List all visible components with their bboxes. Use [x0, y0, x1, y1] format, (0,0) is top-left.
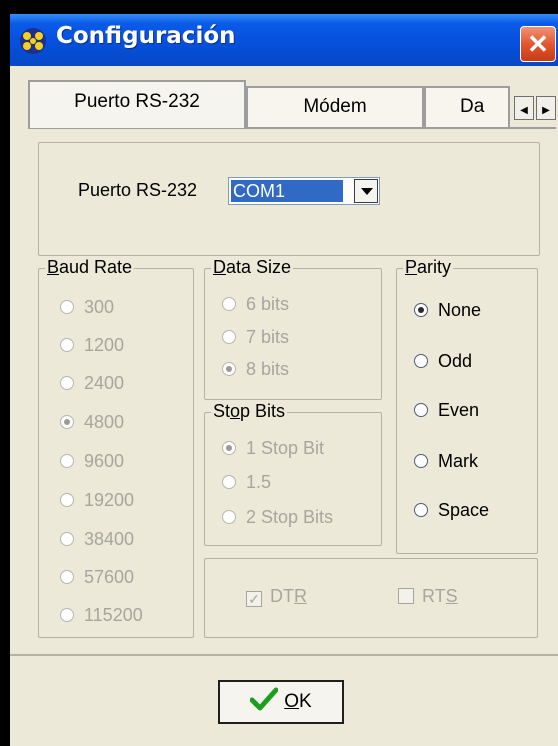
footer-divider: [10, 654, 558, 656]
radio-icon: [222, 510, 236, 524]
config-dialog: Configuración ✕ Puerto RS-232 Módem Da ◀…: [10, 14, 558, 746]
data-size-option-6[interactable]: 6 bits: [222, 294, 289, 315]
parity-label: Space: [438, 500, 490, 520]
tab-scroll-right-button[interactable]: ▶: [536, 96, 556, 120]
parity-option-space[interactable]: Space: [414, 500, 489, 521]
baud-option-label: 38400: [84, 529, 135, 549]
chevron-down-icon[interactable]: [354, 179, 378, 203]
check-icon: [249, 687, 279, 711]
stop-bits-option-2[interactable]: 2 Stop Bits: [222, 507, 333, 528]
stop-bits-label: 1 Stop Bit: [246, 438, 325, 458]
tab-label: Módem: [303, 96, 367, 117]
radio-icon: [414, 503, 428, 517]
baud-option-label: 1200: [84, 335, 125, 355]
baud-option-300[interactable]: 300: [60, 297, 114, 318]
port-select-value: COM1: [231, 180, 343, 202]
tab-datos[interactable]: Da: [424, 86, 510, 128]
window-title: Configuración: [56, 23, 236, 49]
radio-icon: [414, 454, 428, 468]
stop-bits-option-1-5[interactable]: 1.5: [222, 472, 271, 493]
radio-icon: [60, 338, 74, 352]
ok-button[interactable]: OK: [218, 680, 344, 724]
radio-checked-icon: [60, 415, 74, 429]
data-size-option-8[interactable]: 8 bits: [222, 359, 289, 380]
checkbox-empty-icon: [398, 588, 414, 604]
baud-option-38400[interactable]: 38400: [60, 529, 134, 550]
data-size-legend: Data Size: [211, 257, 294, 278]
data-size-option-7[interactable]: 7 bits: [222, 327, 289, 348]
tab-puerto-rs232[interactable]: Puerto RS-232: [28, 80, 246, 128]
port-label: Puerto RS-232: [78, 180, 198, 200]
parity-label: Odd: [438, 351, 473, 371]
dtr-label: DTR: [270, 586, 307, 606]
stop-bits-legend: Stop Bits: [211, 401, 288, 422]
baud-option-label: 2400: [84, 373, 125, 393]
baud-rate-legend: Baud Rate: [45, 257, 135, 278]
radio-icon: [60, 608, 74, 622]
radio-checked-icon: [414, 303, 428, 317]
port-select[interactable]: COM1: [228, 177, 380, 205]
radio-icon: [60, 376, 74, 390]
baud-option-label: 300: [84, 297, 115, 317]
baud-option-19200[interactable]: 19200: [60, 490, 134, 511]
radio-icon: [60, 300, 74, 314]
baud-option-label: 115200: [84, 605, 143, 625]
radio-icon: [414, 354, 428, 368]
radio-checked-icon: [222, 362, 236, 376]
tab-label: Da: [460, 96, 485, 117]
radio-icon: [60, 570, 74, 584]
stop-bits-option-1[interactable]: 1 Stop Bit: [222, 438, 324, 459]
tab-scroll-left-button[interactable]: ◀: [514, 96, 534, 120]
parity-option-even[interactable]: Even: [414, 400, 479, 421]
dtr-checkbox[interactable]: ✓ DTR: [246, 586, 307, 607]
parity-option-mark[interactable]: Mark: [414, 451, 478, 472]
ok-label: OK: [284, 691, 312, 712]
radio-icon: [414, 403, 428, 417]
baud-option-label: 9600: [84, 451, 125, 471]
parity-option-none[interactable]: None: [414, 300, 481, 321]
check-icon: ✓: [246, 591, 262, 607]
baud-option-label: 19200: [84, 490, 135, 510]
data-size-label: 6 bits: [246, 294, 290, 314]
baud-option-115200[interactable]: 115200: [60, 605, 143, 626]
radio-icon: [222, 475, 236, 489]
close-button[interactable]: ✕: [520, 26, 556, 62]
parity-label: None: [438, 300, 482, 320]
app-dots-icon: [20, 28, 46, 54]
baud-option-9600[interactable]: 9600: [60, 451, 124, 472]
parity-legend: Parity: [403, 257, 454, 278]
parity-label: Even: [438, 400, 480, 420]
radio-icon: [60, 493, 74, 507]
data-size-label: 7 bits: [246, 327, 290, 347]
radio-icon: [60, 532, 74, 546]
baud-option-1200[interactable]: 1200: [60, 335, 124, 356]
tab-modem[interactable]: Módem: [246, 86, 424, 128]
data-size-label: 8 bits: [246, 359, 290, 379]
stop-bits-label: 2 Stop Bits: [246, 507, 334, 527]
baud-option-4800[interactable]: 4800: [60, 412, 124, 433]
parity-label: Mark: [438, 451, 478, 471]
parity-option-odd[interactable]: Odd: [414, 351, 472, 372]
arrow-right-icon: ▶: [542, 105, 550, 116]
baud-option-57600[interactable]: 57600: [60, 567, 134, 588]
arrow-left-icon: ◀: [520, 105, 528, 116]
close-icon: ✕: [527, 29, 549, 59]
baud-option-label: 4800: [84, 412, 125, 432]
radio-icon: [60, 454, 74, 468]
radio-checked-icon: [222, 441, 236, 455]
rts-label: RTS: [422, 586, 458, 606]
baud-option-2400[interactable]: 2400: [60, 373, 124, 394]
rts-checkbox[interactable]: RTS: [398, 586, 458, 607]
radio-icon: [222, 330, 236, 344]
baud-option-label: 57600: [84, 567, 135, 587]
radio-icon: [222, 297, 236, 311]
title-bar[interactable]: Configuración ✕: [10, 14, 558, 66]
stop-bits-label: 1.5: [246, 472, 272, 492]
tab-label: Puerto RS-232: [74, 91, 200, 112]
